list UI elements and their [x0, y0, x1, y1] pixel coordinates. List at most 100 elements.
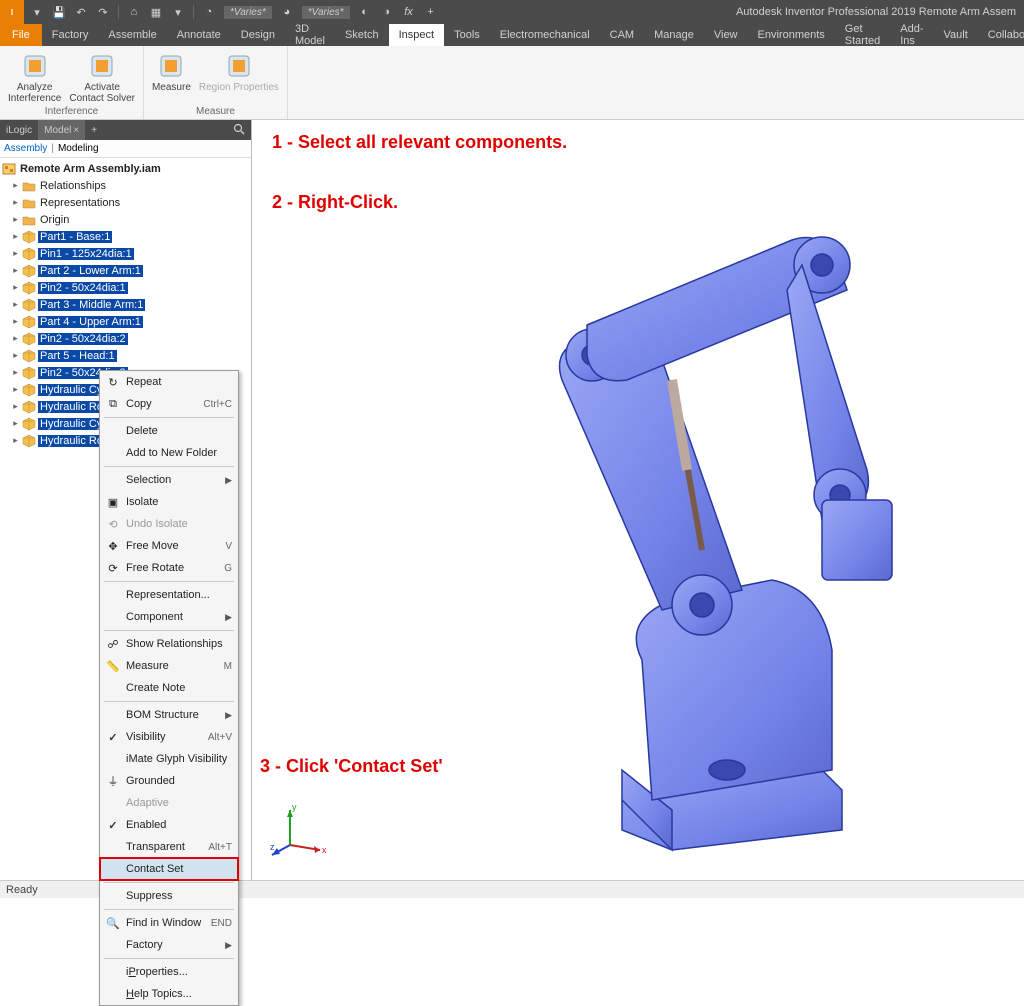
- appearance-dropdown[interactable]: *Varies*: [302, 6, 350, 19]
- tab-add-icon[interactable]: +: [85, 125, 103, 136]
- tree-part[interactable]: ▸Pin1 - 125x24dia:1: [2, 245, 249, 262]
- tab-inspect[interactable]: Inspect: [389, 24, 444, 46]
- menu-enabled[interactable]: ✓Enabled: [100, 814, 238, 836]
- expand-icon[interactable]: ▸: [11, 367, 20, 378]
- tree-part[interactable]: ▸Part 2 - Lower Arm:1: [2, 262, 249, 279]
- region-properties-icon: [225, 52, 253, 80]
- menu-iproperties[interactable]: iProperties...: [100, 961, 238, 983]
- qat-save-icon[interactable]: 💾: [52, 5, 66, 19]
- menu-isolate[interactable]: ▣Isolate: [100, 491, 238, 513]
- tab-vault[interactable]: Vault: [934, 24, 978, 46]
- qat-open-icon[interactable]: ▾: [30, 5, 44, 19]
- material-dropdown[interactable]: *Varies*: [224, 6, 272, 19]
- qat-misc1-icon[interactable]: ◐: [358, 5, 372, 19]
- subtab-modeling[interactable]: Modeling: [58, 143, 99, 154]
- menu-suppress[interactable]: Suppress: [100, 885, 238, 907]
- qat-redo-icon[interactable]: ↷: [96, 5, 110, 19]
- measure-button[interactable]: Measure: [152, 48, 191, 106]
- tab-ilogic[interactable]: iLogic: [0, 120, 38, 140]
- menu-visibility[interactable]: ✓VisibilityAlt+V: [100, 726, 238, 748]
- qat-undo-icon[interactable]: ↶: [74, 5, 88, 19]
- tab-3d-model[interactable]: 3D Model: [285, 24, 335, 46]
- 3d-viewport[interactable]: 1 - Select all relevant components. 2 - …: [252, 120, 1024, 880]
- tree-part[interactable]: ▸Part 3 - Middle Arm:1: [2, 296, 249, 313]
- tree-part[interactable]: ▸Pin2 - 50x24dia:1: [2, 279, 249, 296]
- tab-cam[interactable]: CAM: [600, 24, 644, 46]
- expand-icon[interactable]: ▸: [11, 333, 20, 344]
- tab-sketch[interactable]: Sketch: [335, 24, 389, 46]
- tree-folder[interactable]: ▸Relationships: [2, 177, 249, 194]
- qat-plus-icon[interactable]: +: [424, 5, 438, 19]
- analyze-interference-button[interactable]: AnalyzeInterference: [8, 48, 61, 106]
- expand-icon[interactable]: ▸: [11, 435, 20, 446]
- tree-part[interactable]: ▸Part 5 - Head:1: [2, 347, 249, 364]
- expand-icon[interactable]: ▸: [11, 180, 20, 191]
- menu-transparent[interactable]: TransparentAlt+T: [100, 836, 238, 858]
- tab-tools[interactable]: Tools: [444, 24, 490, 46]
- file-tab[interactable]: File: [0, 24, 42, 46]
- menu-help-topics[interactable]: Help Topics...: [100, 983, 238, 1005]
- qat-misc2-icon[interactable]: ◑: [380, 5, 394, 19]
- tab-model[interactable]: Model ×: [38, 120, 85, 140]
- expand-icon[interactable]: ▸: [11, 214, 20, 225]
- menu-show-relationships[interactable]: ☍Show Relationships: [100, 633, 238, 655]
- tree-root[interactable]: Remote Arm Assembly.iam: [2, 160, 249, 177]
- expand-icon[interactable]: ▸: [11, 197, 20, 208]
- expand-icon[interactable]: ▸: [11, 248, 20, 259]
- tab-get-started[interactable]: Get Started: [835, 24, 890, 46]
- expand-icon[interactable]: ▸: [11, 231, 20, 242]
- menu-free-move[interactable]: ✥Free MoveV: [100, 535, 238, 557]
- qat-material-icon[interactable]: ▾: [171, 5, 185, 19]
- tab-annotate[interactable]: Annotate: [167, 24, 231, 46]
- submenu-arrow-icon: ▶: [225, 710, 232, 721]
- qat-fx-icon[interactable]: fx: [402, 5, 416, 19]
- tab-view[interactable]: View: [704, 24, 748, 46]
- menu-representation[interactable]: Representation...: [100, 584, 238, 606]
- tab-environments[interactable]: Environments: [748, 24, 835, 46]
- tab-close-icon[interactable]: ×: [73, 125, 79, 136]
- qat-appearance2-icon[interactable]: ◕: [280, 5, 294, 19]
- expand-icon[interactable]: ▸: [11, 418, 20, 429]
- expand-icon[interactable]: ▸: [11, 316, 20, 327]
- panel-search-icon[interactable]: [227, 123, 251, 138]
- tab-factory[interactable]: Factory: [42, 24, 99, 46]
- tree-part[interactable]: ▸Part1 - Base:1: [2, 228, 249, 245]
- expand-icon[interactable]: ▸: [11, 401, 20, 412]
- menu-contact-set[interactable]: Contact Set: [100, 858, 238, 880]
- menu-measure[interactable]: 📏MeasureM: [100, 655, 238, 677]
- view-triad[interactable]: x y z: [270, 800, 330, 860]
- menu-delete[interactable]: Delete: [100, 420, 238, 442]
- tree-folder[interactable]: ▸Representations: [2, 194, 249, 211]
- tree-part[interactable]: ▸Pin2 - 50x24dia:2: [2, 330, 249, 347]
- menu-copy[interactable]: ⧉CopyCtrl+C: [100, 393, 238, 415]
- menu-imate-glyph-visibility[interactable]: iMate Glyph Visibility: [100, 748, 238, 770]
- subtab-assembly[interactable]: Assembly: [4, 143, 47, 154]
- menu-grounded[interactable]: ⏚Grounded: [100, 770, 238, 792]
- tab-collaborate[interactable]: Collaborate: [978, 24, 1024, 46]
- qat-pattern-icon[interactable]: ▦: [149, 5, 163, 19]
- tab-electromechanical[interactable]: Electromechanical: [490, 24, 600, 46]
- tab-design[interactable]: Design: [231, 24, 285, 46]
- expand-icon[interactable]: ▸: [11, 384, 20, 395]
- menu-repeat[interactable]: ↻Repeat: [100, 371, 238, 393]
- expand-icon[interactable]: ▸: [11, 350, 20, 361]
- tab-assemble[interactable]: Assemble: [98, 24, 166, 46]
- expand-icon[interactable]: ▸: [11, 282, 20, 293]
- menu-factory[interactable]: Factory▶: [100, 934, 238, 956]
- expand-icon[interactable]: ▸: [11, 265, 20, 276]
- tab-manage[interactable]: Manage: [644, 24, 704, 46]
- qat-home-icon[interactable]: ⌂: [127, 5, 141, 19]
- menu-bom-structure[interactable]: BOM Structure▶: [100, 704, 238, 726]
- menu-add-to-new-folder[interactable]: Add to New Folder: [100, 442, 238, 464]
- menu-free-rotate[interactable]: ⟳Free RotateG: [100, 557, 238, 579]
- menu-selection[interactable]: Selection▶: [100, 469, 238, 491]
- expand-icon[interactable]: ▸: [11, 299, 20, 310]
- tab-add-ins[interactable]: Add-Ins: [890, 24, 933, 46]
- tree-folder[interactable]: ▸Origin: [2, 211, 249, 228]
- menu-create-note[interactable]: Create Note: [100, 677, 238, 699]
- activate-contact-solver-button[interactable]: ActivateContact Solver: [69, 48, 135, 106]
- menu-find-in-window[interactable]: 🔍Find in WindowEND: [100, 912, 238, 934]
- qat-appearance-icon[interactable]: ◔: [202, 5, 216, 19]
- tree-part[interactable]: ▸Part 4 - Upper Arm:1: [2, 313, 249, 330]
- menu-component[interactable]: Component▶: [100, 606, 238, 628]
